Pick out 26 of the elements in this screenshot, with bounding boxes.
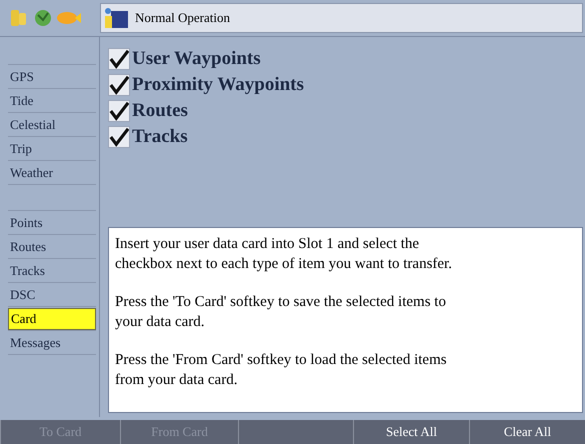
softkey[interactable]: Clear All <box>469 420 585 444</box>
checkbox[interactable] <box>108 74 130 96</box>
monitor-icon <box>103 6 129 30</box>
checkbox[interactable] <box>108 126 130 148</box>
option-label: User Waypoints <box>132 46 261 71</box>
menu-item[interactable]: Messages <box>8 332 96 354</box>
menu-item[interactable]: GPS <box>8 66 96 88</box>
menu-item[interactable]: Tide <box>8 90 96 112</box>
instruction-text: Insert your user data card into Slot 1 and select the checkbox next to each type of item you want to transfer. <box>115 235 453 274</box>
menu-item[interactable]: Card <box>8 308 96 330</box>
menu-item[interactable]: Points <box>8 212 96 234</box>
menu-item[interactable]: Routes <box>8 236 96 258</box>
option-label: Tracks <box>132 124 188 149</box>
menu-item[interactable]: Trip <box>8 138 96 160</box>
softkey[interactable]: Select All <box>353 420 469 444</box>
option-label: Routes <box>132 98 188 123</box>
checkbox[interactable] <box>108 100 130 122</box>
menu-item[interactable]: Tracks <box>8 260 96 282</box>
instruction-text: Press the 'To Card' softkey to save the selected items to your data card. <box>115 293 447 332</box>
checkbox[interactable] <box>108 48 130 70</box>
menu-item[interactable]: DSC <box>8 284 96 306</box>
window-title: Normal Operation <box>135 9 230 28</box>
menu-item[interactable]: Weather <box>8 162 96 184</box>
option-label: Proximity Waypoints <box>132 72 304 97</box>
instruction-text: Press the 'From Card' softkey to load the selected items from your data card. <box>115 351 448 390</box>
menu-item[interactable]: Celestial <box>8 114 96 136</box>
